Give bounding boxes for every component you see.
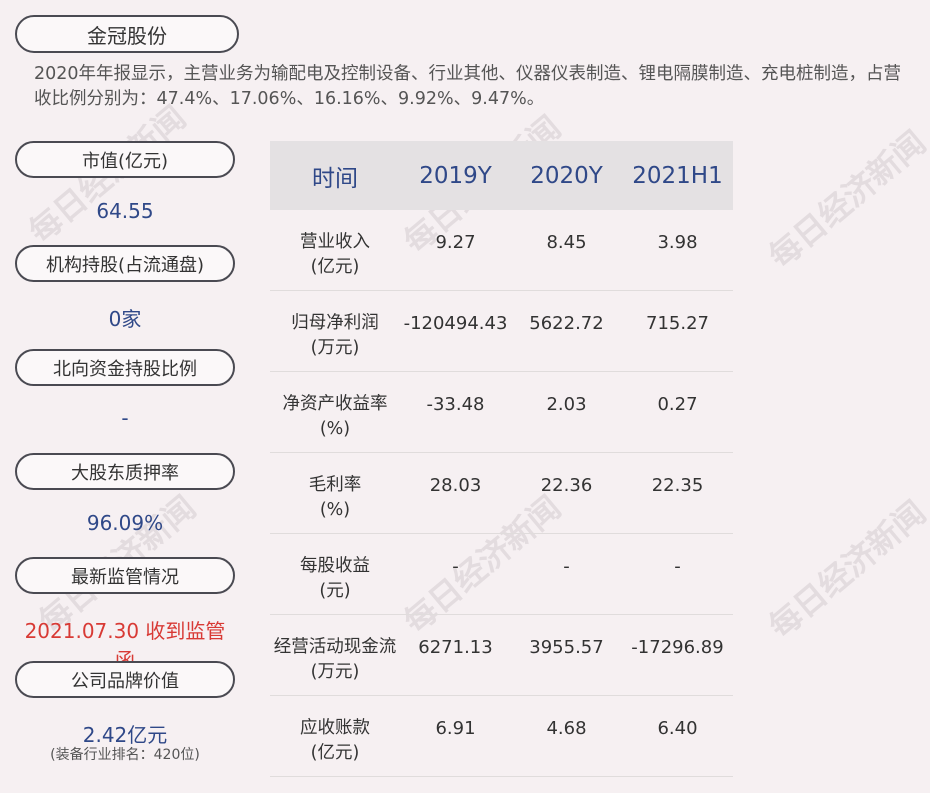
business-summary: 2020年年报显示，主营业务为输配电及控制设备、行业其他、仪器仪表制造、锂电隔膜… [34, 64, 902, 109]
header-2020: 2020Y [530, 162, 603, 189]
table-cell: - [563, 556, 570, 577]
market-cap-value: 64.55 [96, 199, 154, 223]
brand-value-label: 公司品牌价值 [15, 661, 235, 698]
header-2021h1: 2021H1 [632, 162, 723, 189]
table-cell: 715.27 [646, 313, 709, 334]
table-cell: 6271.13 [418, 637, 493, 658]
pledge-rate-label: 大股东质押率 [15, 453, 235, 490]
row-label: 营业收入 (亿元) [300, 232, 370, 277]
table-row: 每股收益 (元) - - - [270, 534, 733, 615]
table-cell: -17296.89 [631, 637, 724, 658]
table-row: 经营活动现金流 (万元) 6271.13 3955.57 -17296.89 [270, 615, 733, 696]
table-cell: 9.27 [435, 232, 476, 253]
table-cell: 4.68 [546, 718, 587, 739]
row-label: 归母净利润 (万元) [291, 313, 379, 358]
table-cell: 6.40 [657, 718, 698, 739]
table-cell: 5622.72 [529, 313, 604, 334]
row-label: 每股收益 (元) [300, 556, 370, 601]
table-row: 应收账款 (亿元) 6.91 4.68 6.40 [270, 696, 733, 777]
table-cell: 2.03 [546, 394, 587, 415]
table-row: 归母净利润 (万元) -120494.43 5622.72 715.27 [270, 291, 733, 372]
header-2019: 2019Y [419, 162, 492, 189]
row-label: 经营活动现金流 (万元) [273, 637, 397, 682]
company-title: 金冠股份 [15, 15, 239, 53]
row-label: 应收账款 (亿元) [300, 718, 370, 763]
institution-holding-value: 0家 [108, 307, 142, 331]
table-cell: 22.36 [540, 475, 593, 496]
regulation-label: 最新监管情况 [15, 557, 235, 594]
table-row: 净资产收益率 (%) -33.48 2.03 0.27 [270, 372, 733, 453]
table-header: 时间 2019Y 2020Y 2021H1 [270, 141, 733, 210]
table-cell: - [674, 556, 681, 577]
watermark: 每日经济新闻 [761, 493, 930, 646]
header-time: 时间 [312, 165, 358, 192]
northbound-holding-value: - [121, 406, 129, 430]
table-cell: -33.48 [426, 394, 485, 415]
table-cell: 8.45 [546, 232, 587, 253]
table-cell: 3955.57 [529, 637, 604, 658]
row-label: 毛利率 (%) [308, 475, 362, 520]
table-cell: 0.27 [657, 394, 698, 415]
financial-table: 时间 2019Y 2020Y 2021H1 营业收入 (亿元) 9.27 8.45… [270, 141, 733, 777]
table-row: 营业收入 (亿元) 9.27 8.45 3.98 [270, 210, 733, 291]
table-cell: 28.03 [429, 475, 482, 496]
table-cell: 6.91 [435, 718, 476, 739]
table-cell: - [452, 556, 459, 577]
brand-rank-note: (装备行业排名：420位) [50, 747, 200, 763]
table-row: 毛利率 (%) 28.03 22.36 22.35 [270, 453, 733, 534]
market-cap-label: 市值(亿元) [15, 141, 235, 178]
table-cell: -120494.43 [403, 313, 508, 334]
table-cell: 22.35 [651, 475, 704, 496]
pledge-rate-value: 96.09% [86, 511, 164, 535]
row-label: 净资产收益率 (%) [282, 394, 388, 439]
watermark: 每日经济新闻 [761, 123, 930, 276]
institution-holding-label: 机构持股(占流通盘) [15, 245, 235, 282]
northbound-holding-label: 北向资金持股比例 [15, 349, 235, 386]
table-cell: 3.98 [657, 232, 698, 253]
